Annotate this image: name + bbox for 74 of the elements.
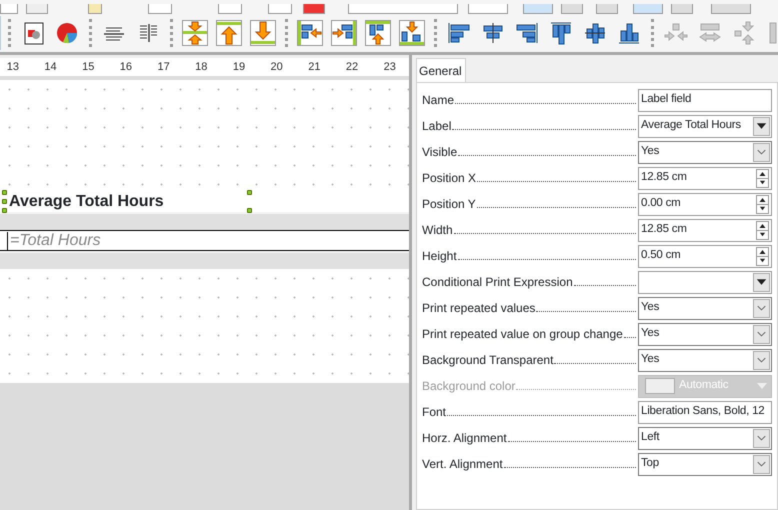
property-label: Visible [422, 144, 458, 161]
spin-down-icon[interactable] [757, 256, 768, 264]
dropdown-value: Yes [641, 326, 660, 342]
dropdown[interactable]: Yes [638, 322, 772, 346]
align-bottom-icon[interactable] [617, 21, 641, 45]
property-label: Label [422, 118, 452, 135]
tab[interactable]: General [416, 58, 466, 82]
property-label: Position Y [422, 196, 476, 213]
shrink-icon[interactable] [182, 20, 208, 46]
property-label: Font [422, 404, 446, 421]
align-bottom-icon[interactable] [399, 20, 425, 46]
align-right-icon[interactable] [515, 21, 539, 45]
property-label: Name [422, 92, 454, 109]
ruler-number: 18 [194, 60, 208, 75]
dropdown[interactable]: Top [638, 452, 772, 476]
align-left-icon[interactable] [297, 20, 323, 46]
dropdown[interactable]: Yes [638, 296, 772, 320]
spin-down-icon[interactable] [757, 230, 768, 238]
dropdown-value: Left [641, 430, 660, 446]
property-label: Background color [422, 378, 516, 395]
ruler-number: 19 [232, 60, 246, 75]
pie-chart-icon[interactable] [55, 21, 79, 45]
spin-down-icon[interactable] [757, 204, 768, 212]
dropdown[interactable]: Yes [638, 140, 772, 164]
property-label: Print repeated values [422, 300, 536, 317]
selection-handle[interactable] [247, 190, 252, 195]
arrow-up-icon[interactable] [216, 20, 242, 46]
spin-up-icon[interactable] [757, 196, 768, 204]
text-field[interactable]: Label field [638, 88, 772, 112]
align-top-icon[interactable] [549, 21, 573, 45]
ruler-number: 21 [307, 60, 322, 75]
spin-down-icon[interactable] [757, 178, 768, 186]
dropdown-value: Yes [641, 144, 660, 160]
ruler-number: 16 [118, 60, 134, 75]
spin-field[interactable]: 12.85 cm [638, 166, 772, 190]
spin-field[interactable]: 0.50 cm [638, 244, 772, 268]
dropdown-value: Top [641, 456, 659, 472]
property-label: Position X [422, 170, 476, 187]
spin-field[interactable]: 0.00 cm [638, 192, 772, 216]
property-label: Height [422, 248, 457, 265]
ruler-number: 23 [382, 60, 397, 75]
label-field[interactable]: Average Total Hours [0, 192, 409, 212]
spin-up-icon[interactable] [757, 222, 768, 230]
dropdown[interactable]: Left [638, 426, 772, 450]
spin-up-icon[interactable] [757, 248, 768, 256]
ruler-number: 17 [156, 60, 171, 75]
align-middle-icon[interactable] [583, 21, 607, 45]
ruler-number: 22 [344, 60, 360, 75]
combo-box[interactable]: Average Total Hours [638, 114, 772, 138]
property-label: Conditional Print Expression [422, 274, 573, 291]
ruler-number: 14 [43, 60, 58, 75]
label-text: Average Total Hours [9, 192, 164, 212]
ruler-number: 13 [6, 60, 20, 75]
property-label: Horz. Alignment [422, 430, 507, 447]
formula-field[interactable]: =Total Hours [7, 232, 101, 250]
dropdown-value: Average Total Hours [641, 118, 741, 134]
ruler-number: 15 [81, 60, 96, 75]
dropdown-value: Yes [641, 352, 660, 368]
ruler-number: 20 [270, 60, 284, 75]
spin-field[interactable]: 12.85 cm [638, 218, 772, 242]
align-left-icon[interactable] [447, 21, 471, 45]
property-label: Vert. Alignment [422, 456, 503, 473]
spin-up-icon[interactable] [757, 170, 768, 178]
text-field[interactable]: Liberation Sans, Bold, 12 [638, 400, 772, 424]
property-label: Width [422, 222, 453, 239]
align-center-icon[interactable] [481, 21, 505, 45]
property-label: Background Transparent [422, 352, 554, 369]
dropdown-value: Yes [641, 300, 660, 316]
dropdown[interactable]: Yes [638, 348, 772, 372]
color-swatch-icon [645, 378, 675, 394]
property-label: Print repeated value on group change [422, 326, 623, 343]
align-right-icon[interactable] [331, 20, 357, 46]
align-top-icon[interactable] [365, 20, 391, 46]
arrow-down-icon[interactable] [250, 20, 276, 46]
